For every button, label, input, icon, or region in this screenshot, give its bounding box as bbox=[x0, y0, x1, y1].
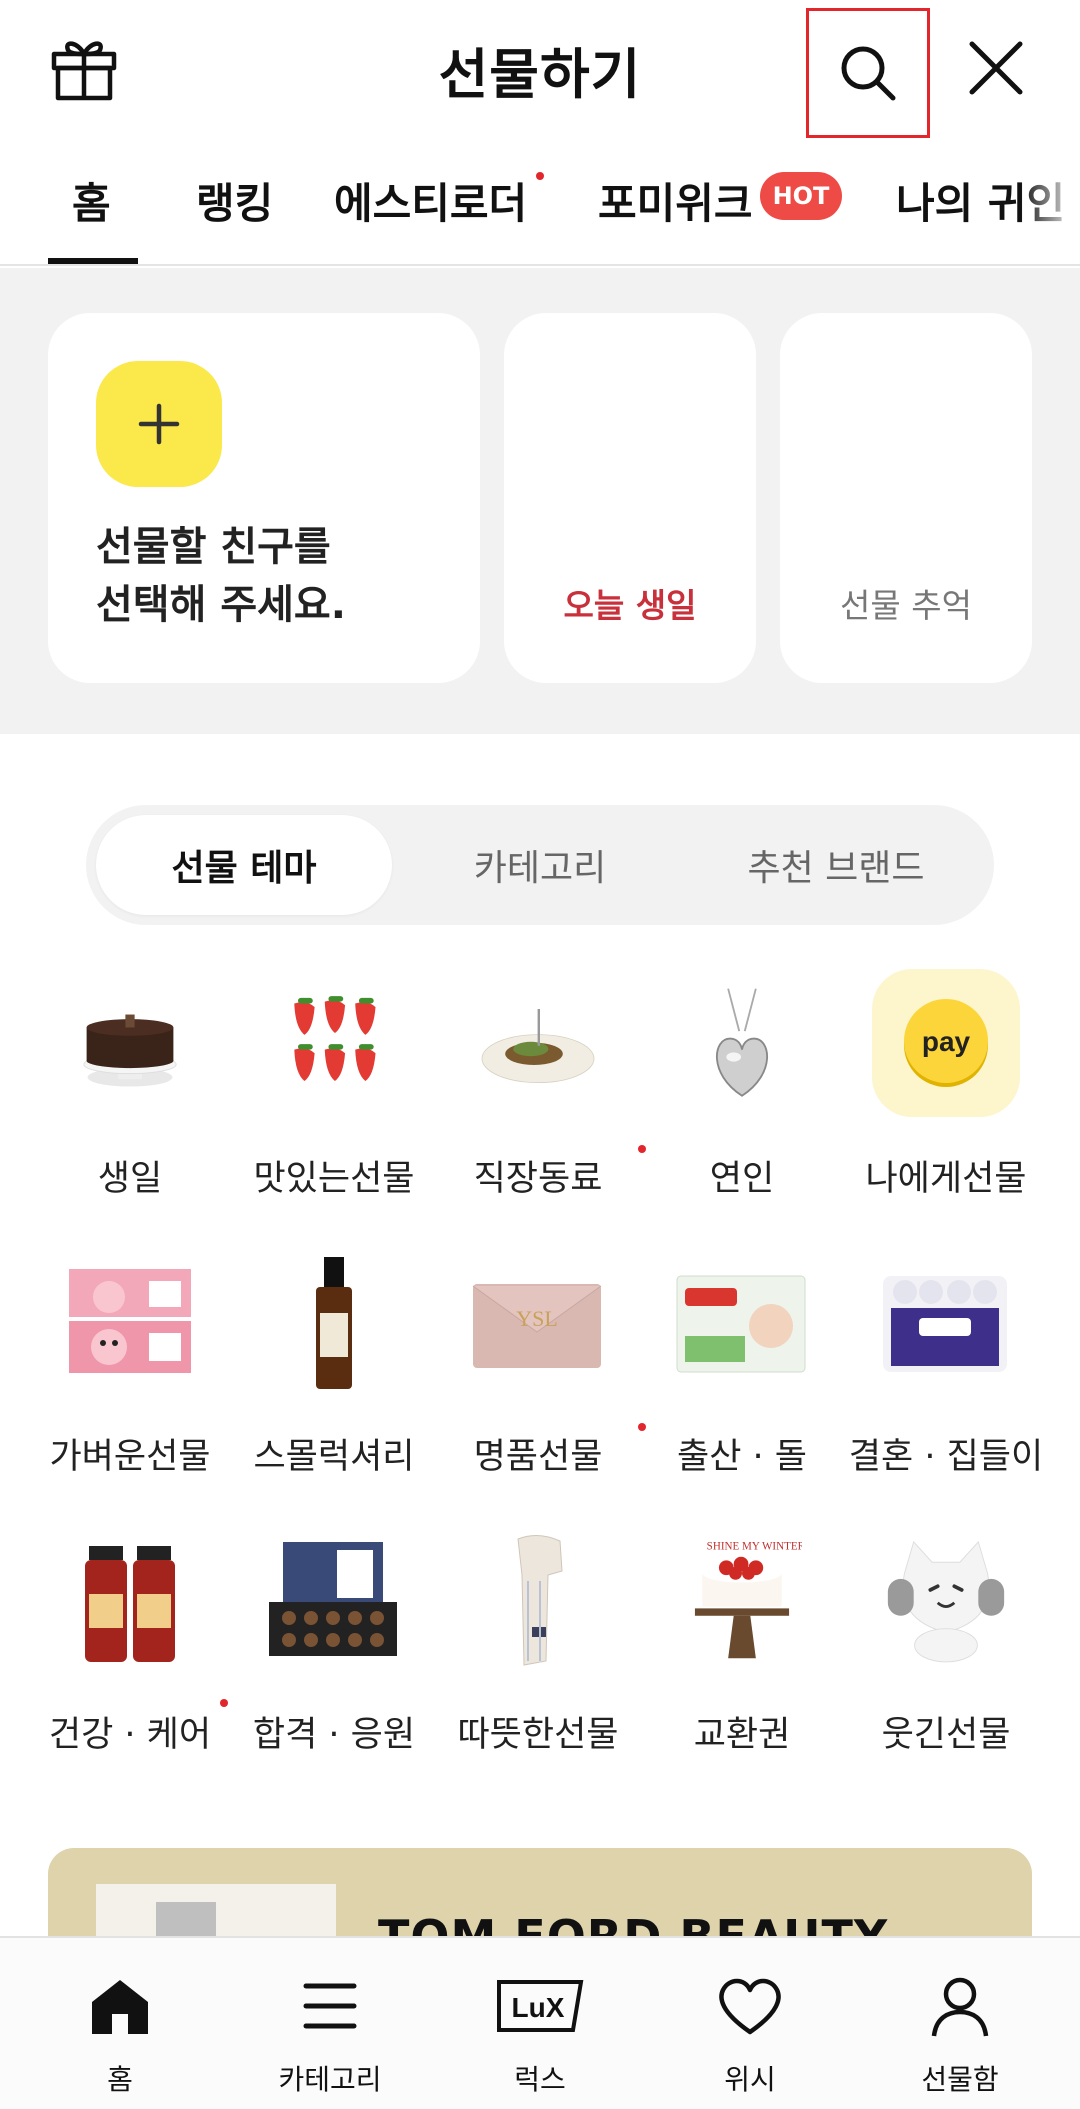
theme-light-gift[interactable]: 가벼운선물 bbox=[28, 1253, 232, 1503]
tab-formeweek[interactable]: 포미위크 bbox=[598, 170, 753, 231]
bottom-navigation: 홈 카테고리 LuX 럭스 위시 선물함 bbox=[0, 1936, 1080, 2109]
heart-necklace-icon bbox=[682, 975, 802, 1115]
top-header: 선물하기 bbox=[0, 0, 1080, 140]
scarf-icon bbox=[478, 1531, 598, 1671]
theme-lover[interactable]: 연인 bbox=[640, 975, 844, 1225]
theme-warm-gift[interactable]: 따뜻한선물 bbox=[436, 1531, 640, 1781]
plus-icon bbox=[138, 403, 180, 445]
theme-health-care[interactable]: 건강 · 케어 bbox=[28, 1531, 232, 1781]
cake-stand-icon: SHINE MY WINTER bbox=[682, 1531, 802, 1671]
cake-icon bbox=[70, 975, 190, 1115]
theme-label: 결혼 · 집들이 bbox=[848, 1437, 1044, 1477]
svg-text:YSL: YSL bbox=[516, 1306, 558, 1331]
person-icon bbox=[920, 1966, 1000, 2046]
segment-category[interactable]: 카테고리 bbox=[392, 815, 688, 915]
character-box-icon bbox=[54, 1253, 204, 1393]
close-button[interactable] bbox=[960, 32, 1032, 104]
perfume-bottle-icon bbox=[274, 1253, 394, 1393]
svg-text:SHINE MY WINTER: SHINE MY WINTER bbox=[707, 1540, 802, 1552]
segment-control: 선물 테마 카테고리 추천 브랜드 bbox=[86, 805, 994, 925]
theme-pass-cheer[interactable]: 합격 · 응원 bbox=[232, 1531, 436, 1781]
theme-birthday[interactable]: 생일 bbox=[28, 975, 232, 1225]
dessert-icon bbox=[478, 975, 598, 1115]
theme-voucher[interactable]: SHINE MY WINTER 교환권 bbox=[640, 1531, 844, 1781]
theme-funny-gift[interactable]: 웃긴선물 bbox=[844, 1531, 1048, 1781]
svg-text:pay: pay bbox=[922, 1026, 971, 1057]
svg-text:LuX: LuX bbox=[512, 1992, 565, 2023]
theme-label: 연인 bbox=[709, 1159, 775, 1199]
theme-wedding-housewarming[interactable]: 결혼 · 집들이 bbox=[844, 1253, 1048, 1503]
menu-icon bbox=[290, 1966, 370, 2046]
tab-home[interactable]: 홈 bbox=[72, 170, 111, 231]
select-friend-line2: 선택해 주세요. bbox=[96, 582, 346, 628]
tab-ranking[interactable]: 랭킹 bbox=[196, 170, 273, 231]
tab-estee-lauder[interactable]: 에스티로더 bbox=[334, 170, 527, 231]
strawberry-icon bbox=[274, 975, 394, 1115]
nav-home[interactable]: 홈 bbox=[12, 1938, 228, 2109]
cat-plush-icon bbox=[886, 1531, 1006, 1671]
theme-label: 명품선물 bbox=[473, 1437, 603, 1477]
theme-coworker[interactable]: 직장동료 bbox=[436, 975, 646, 1225]
tab-fade bbox=[1020, 150, 1080, 260]
theme-label: 나에게선물 bbox=[865, 1159, 1027, 1199]
theme-for-me[interactable]: pay 나에게선물 bbox=[844, 969, 1048, 1225]
nav-gift-box[interactable]: 선물함 bbox=[852, 1938, 1068, 2109]
pay-coin-icon: pay bbox=[872, 969, 1020, 1117]
lux-icon: LuX bbox=[484, 1966, 596, 2046]
tissue-pack-icon bbox=[870, 1253, 1020, 1393]
segment-gift-theme[interactable]: 선물 테마 bbox=[96, 815, 392, 915]
diaper-box-icon bbox=[666, 1253, 816, 1393]
active-tab-indicator bbox=[48, 258, 138, 264]
hot-badge: HOT bbox=[760, 172, 842, 220]
theme-label: 교환권 bbox=[693, 1715, 791, 1755]
chocolate-box-icon bbox=[258, 1531, 408, 1671]
search-button[interactable] bbox=[806, 8, 930, 138]
theme-delicious[interactable]: 맛있는선물 bbox=[232, 975, 436, 1225]
friend-section: 선물할 친구를 선택해 주세요. 오늘 생일 선물 추억 bbox=[0, 268, 1080, 734]
tab-bar: 홈 랭킹 에스티로더 포미위크 HOT 나의 귀인 bbox=[0, 150, 1080, 266]
search-icon bbox=[841, 46, 896, 101]
nav-label: 선물함 bbox=[921, 2063, 999, 2096]
theme-label: 맛있는선물 bbox=[253, 1159, 415, 1199]
theme-label: 따뜻한선물 bbox=[457, 1715, 619, 1755]
health-drink-icon bbox=[70, 1531, 190, 1671]
select-friend-card[interactable]: 선물할 친구를 선택해 주세요. bbox=[48, 313, 480, 683]
nav-label: 위시 bbox=[724, 2063, 776, 2096]
nav-label: 카테고리 bbox=[278, 2063, 382, 2096]
nav-label: 럭스 bbox=[514, 2063, 566, 2096]
close-icon bbox=[969, 41, 1023, 95]
theme-luxury-gift[interactable]: YSL 명품선물 bbox=[436, 1253, 646, 1503]
theme-label: 직장동료 bbox=[473, 1159, 603, 1199]
nav-label: 홈 bbox=[107, 2063, 133, 2096]
today-birthday-card[interactable]: 오늘 생일 bbox=[504, 313, 756, 683]
theme-label: 스몰럭셔리 bbox=[253, 1437, 415, 1477]
new-dot bbox=[536, 172, 544, 180]
theme-small-luxury[interactable]: 스몰럭셔리 bbox=[232, 1253, 436, 1503]
today-birthday-label: 오늘 생일 bbox=[563, 586, 697, 625]
nav-lux[interactable]: LuX 럭스 bbox=[432, 1938, 648, 2109]
theme-label: 가벼운선물 bbox=[49, 1437, 211, 1477]
theme-label: 웃긴선물 bbox=[881, 1715, 1011, 1755]
wallet-icon: YSL bbox=[462, 1253, 612, 1393]
add-friend-button[interactable] bbox=[96, 361, 222, 487]
heart-icon bbox=[710, 1966, 790, 2046]
home-icon bbox=[80, 1966, 160, 2046]
gift-memory-card[interactable]: 선물 추억 bbox=[780, 313, 1032, 683]
theme-label: 생일 bbox=[97, 1159, 163, 1199]
theme-label: 건강 · 케어 bbox=[48, 1715, 212, 1755]
nav-category[interactable]: 카테고리 bbox=[222, 1938, 438, 2109]
gift-memory-label: 선물 추억 bbox=[840, 586, 972, 625]
select-friend-line1: 선물할 친구를 bbox=[96, 524, 331, 570]
theme-label: 합격 · 응원 bbox=[252, 1715, 416, 1755]
select-friend-text: 선물할 친구를 선택해 주세요. bbox=[96, 518, 346, 634]
segment-recommended-brand[interactable]: 추천 브랜드 bbox=[688, 815, 984, 915]
nav-wish[interactable]: 위시 bbox=[642, 1938, 858, 2109]
theme-birth-first-birthday[interactable]: 출산 · 돌 bbox=[640, 1253, 844, 1503]
theme-label: 출산 · 돌 bbox=[677, 1437, 807, 1477]
